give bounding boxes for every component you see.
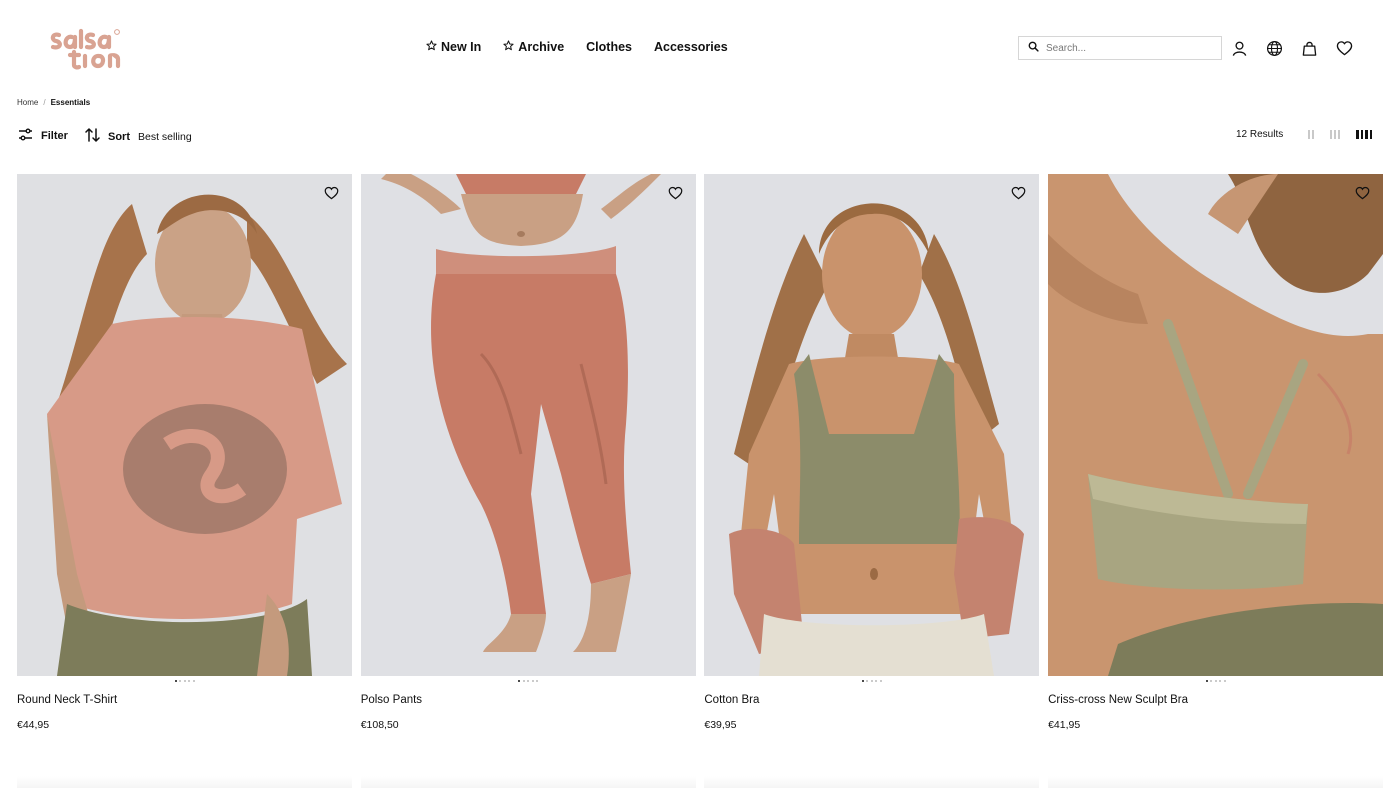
wishlist-heart-icon[interactable]	[668, 186, 684, 202]
carousel-dot[interactable]	[527, 680, 530, 682]
product-card-placeholder	[17, 776, 352, 788]
listing-toolbar: Filter Sort Best selling 12 Results	[18, 128, 1382, 144]
product-price: €108,50	[360, 719, 399, 731]
carousel-dot[interactable]	[1205, 680, 1208, 682]
product-photo-pants	[360, 174, 696, 676]
nav-clothes[interactable]: Clothes	[586, 40, 632, 54]
carousel-dot[interactable]	[179, 680, 181, 682]
product-name[interactable]: Polso Pants	[361, 694, 696, 706]
carousel-dot[interactable]	[192, 680, 195, 682]
carousel-dot[interactable]	[866, 680, 869, 682]
breadcrumb-separator: /	[43, 98, 46, 107]
results-count: 12 Results	[1236, 129, 1284, 140]
carousel-dot[interactable]	[518, 680, 521, 682]
nav-label: Accessories	[654, 40, 728, 54]
product-photo-sculpt-bra	[1048, 174, 1384, 676]
product-card[interactable]: Cotton Bra €39,95	[704, 174, 1040, 731]
carousel-dot[interactable]	[875, 680, 878, 682]
product-card[interactable]: Polso Pants €108,50	[360, 174, 696, 731]
nav-accessories[interactable]: Accessories	[654, 40, 728, 54]
product-name[interactable]: Cotton Bra	[704, 694, 1039, 706]
product-image[interactable]	[1048, 174, 1384, 676]
product-photo-tshirt	[17, 174, 352, 676]
user-icon[interactable]	[1230, 38, 1248, 58]
image-carousel-dots	[1048, 680, 1383, 683]
sort-button[interactable]: Sort Best selling	[85, 128, 192, 145]
carousel-dot[interactable]	[861, 680, 864, 682]
image-carousel-dots	[704, 680, 1039, 683]
star-icon	[503, 40, 514, 54]
carousel-dot[interactable]	[536, 680, 539, 682]
search-input[interactable]	[1046, 42, 1206, 54]
sliders-icon	[18, 128, 33, 144]
brand-logo[interactable]	[48, 28, 124, 70]
heart-icon[interactable]	[1335, 38, 1353, 58]
filter-button[interactable]: Filter	[18, 128, 68, 144]
wishlist-heart-icon[interactable]	[1355, 186, 1371, 202]
product-card[interactable]: Round Neck T-Shirt €44,95	[17, 174, 352, 731]
sort-arrows-icon	[85, 128, 100, 145]
product-card-placeholder	[360, 776, 696, 788]
carousel-dot[interactable]	[522, 680, 525, 682]
product-card[interactable]: Criss-cross New Sculpt Bra €41,95	[1048, 174, 1384, 731]
carousel-dot[interactable]	[188, 680, 190, 682]
product-price: €44,95	[17, 719, 50, 731]
sort-label: Sort	[108, 130, 130, 143]
next-row-placeholder	[17, 776, 1383, 788]
product-price: €39,95	[704, 719, 737, 731]
breadcrumb-home[interactable]: Home	[17, 98, 38, 107]
globe-icon[interactable]	[1265, 38, 1283, 58]
carousel-dot[interactable]	[1219, 680, 1222, 682]
nav-label: Archive	[518, 40, 565, 54]
search-box[interactable]	[1018, 36, 1222, 60]
product-name[interactable]: Criss-cross New Sculpt Bra	[1048, 694, 1383, 706]
site-header: New In Archive Clothes Accessories	[0, 0, 1400, 96]
grid-3-columns-button[interactable]	[1330, 130, 1340, 139]
grid-4-columns-button[interactable]	[1356, 130, 1372, 139]
product-grid: Round Neck T-Shirt €44,95 Polso Pants €1…	[17, 174, 1384, 731]
nav-new-in[interactable]: New In	[426, 40, 481, 54]
image-carousel-dots	[361, 680, 696, 683]
wishlist-heart-icon[interactable]	[324, 186, 340, 202]
product-photo-cotton-bra	[704, 174, 1040, 676]
carousel-dot[interactable]	[174, 680, 177, 682]
product-price: €41,95	[1048, 719, 1081, 731]
grid-size-toggle	[1308, 130, 1372, 139]
carousel-dot[interactable]	[531, 680, 534, 682]
nav-label: Clothes	[586, 40, 632, 54]
product-image[interactable]	[17, 174, 352, 676]
carousel-dot[interactable]	[879, 680, 882, 682]
bag-icon[interactable]	[1300, 38, 1318, 58]
product-card-placeholder	[704, 776, 1040, 788]
sort-value: Best selling	[138, 130, 192, 143]
grid-2-columns-button[interactable]	[1308, 130, 1314, 139]
main-nav: New In Archive Clothes Accessories	[426, 40, 728, 54]
star-icon	[426, 40, 437, 54]
breadcrumb-current: Essentials	[50, 98, 91, 107]
breadcrumb: Home / Essentials	[17, 98, 90, 107]
image-carousel-dots	[17, 680, 352, 683]
product-name[interactable]: Round Neck T-Shirt	[17, 694, 352, 706]
carousel-dot[interactable]	[1214, 680, 1217, 682]
nav-archive[interactable]: Archive	[503, 40, 564, 54]
filter-label: Filter	[41, 130, 68, 142]
product-image[interactable]	[360, 174, 696, 676]
carousel-dot[interactable]	[870, 680, 873, 682]
carousel-dot[interactable]	[1223, 680, 1226, 682]
carousel-dot[interactable]	[183, 680, 186, 682]
product-card-placeholder	[1048, 776, 1383, 788]
product-image[interactable]	[704, 174, 1040, 676]
carousel-dot[interactable]	[1210, 680, 1213, 682]
header-actions	[1230, 38, 1353, 58]
wishlist-heart-icon[interactable]	[1011, 186, 1027, 202]
nav-label: New In	[441, 40, 482, 54]
search-icon	[1028, 39, 1039, 57]
